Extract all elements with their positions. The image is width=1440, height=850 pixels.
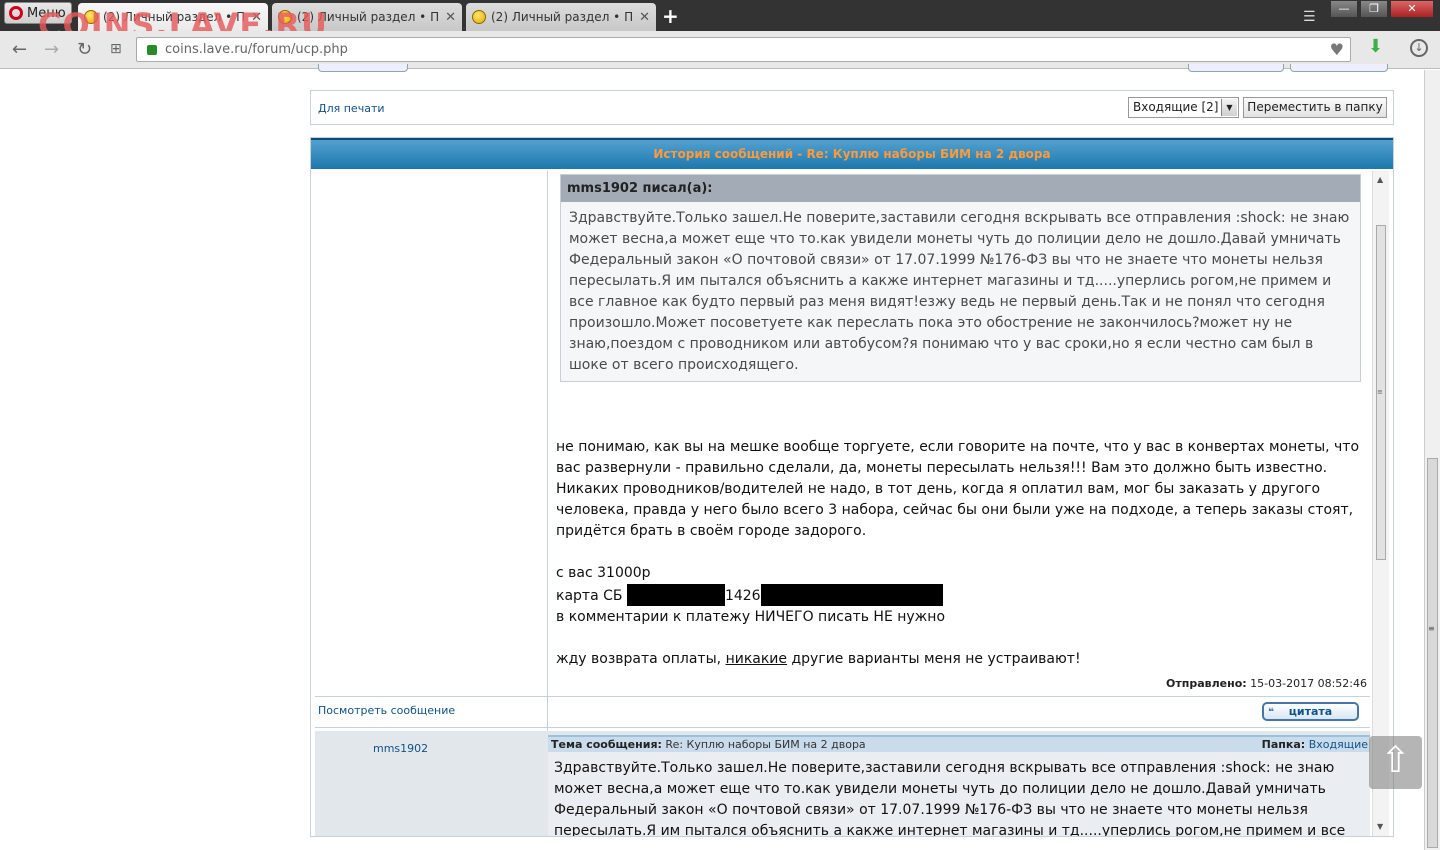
next-message-subject-bar: Тема сообщения: Re: Куплю наборы БИМ на …	[548, 735, 1370, 752]
subject-text: Re: Куплю наборы БИМ на 2 двора	[665, 738, 866, 751]
url-text: coins.lave.ru/forum/ucp.php	[165, 42, 348, 57]
quote-bubble-icon: ❝	[1268, 707, 1274, 718]
scroll-grip-icon: ≡	[1428, 624, 1435, 633]
reply-wait-pre: жду возврата оплаты,	[556, 651, 722, 667]
row-divider	[315, 727, 1370, 728]
opera-logo-icon	[9, 6, 23, 20]
browser-tab-bar: Меню (2) Личный раздел • Про ✕ (2) Личны…	[0, 0, 1440, 44]
secure-lock-icon	[147, 44, 157, 55]
message-toolbar: Для печати Входящие [2] ▼ Переместить в …	[310, 90, 1394, 125]
quote-button[interactable]: ❝ цитата	[1262, 702, 1359, 721]
speed-dial-icon[interactable]: ⊞	[110, 41, 122, 57]
scroll-down-arrow-icon[interactable]: ▼	[1377, 822, 1383, 831]
quote-author: mms1902 писал(а):	[561, 175, 1360, 202]
row-divider	[315, 696, 1370, 697]
new-tab-plus-icon[interactable]: +	[662, 4, 679, 28]
reply-wait-post: другие варианты меня не устраивают!	[791, 651, 1081, 667]
tab-menu-icon[interactable]: ☰	[1303, 9, 1316, 25]
reply-paragraph: не понимаю, как вы на мешке вообще торгу…	[556, 439, 1360, 539]
reload-icon[interactable]: ↻	[77, 39, 92, 60]
quote-button-label: цитата	[1288, 705, 1333, 718]
reply-card: карта СБ 1426	[556, 584, 1366, 607]
info-icon[interactable]: ↓	[1410, 39, 1428, 57]
bookmark-heart-icon[interactable]: ♥	[1330, 40, 1344, 59]
folder-select[interactable]: Входящие [2] ▼	[1128, 97, 1239, 118]
sent-timestamp: Отправлено: 15-03-2017 08:52:46	[1011, 677, 1367, 690]
smiley-favicon-icon	[472, 10, 486, 24]
tab-close-icon[interactable]: ✕	[445, 10, 456, 25]
page-scrollbar[interactable]: ≡	[1424, 70, 1440, 850]
subject-label: Тема сообщения:	[551, 738, 662, 751]
message-history-header: История сообщений - Re: Куплю наборы БИМ…	[311, 138, 1393, 169]
next-message-content: Тема сообщения: Re: Куплю наборы БИМ на …	[548, 735, 1370, 837]
top-button-left[interactable]	[318, 64, 408, 72]
back-arrow-icon[interactable]: ←	[12, 39, 27, 60]
quote-text: Здравствуйте.Только зашел.Не поверите,за…	[569, 210, 1350, 373]
page-scroll-thumb[interactable]	[1427, 458, 1438, 848]
redacted-block	[626, 584, 725, 606]
url-field[interactable]: coins.lave.ru/forum/ucp.php ♥	[136, 37, 1351, 62]
message-history-panel: История сообщений - Re: Куплю наборы БИМ…	[310, 137, 1394, 837]
reply-text: не понимаю, как вы на мешке вообще торгу…	[556, 437, 1366, 670]
minimize-icon[interactable]: —	[1330, 0, 1358, 18]
browser-tab-3[interactable]: (2) Личный раздел • Проф ✕	[466, 3, 656, 31]
top-button-right-1[interactable]	[1188, 64, 1284, 72]
next-message-row: mms1902 Тема сообщения: Re: Куплю наборы…	[315, 731, 1370, 837]
move-to-folder-button[interactable]: Переместить в папку	[1243, 97, 1387, 118]
folder-link[interactable]: Входящие	[1309, 738, 1368, 751]
sent-label: Отправлено:	[1166, 677, 1247, 690]
folder-select-value: Входящие [2]	[1133, 100, 1219, 114]
reply-sum: с вас 31000р	[556, 565, 651, 581]
sent-value: 15-03-2017 08:52:46	[1250, 677, 1367, 690]
scroll-up-arrow-icon[interactable]: ▲	[1377, 175, 1383, 184]
window-close-icon[interactable]: ✕	[1390, 0, 1434, 18]
tab-close-icon[interactable]: ✕	[639, 10, 650, 25]
message-history-body: mms1902 писал(а): Здравствуйте.Только за…	[311, 171, 1393, 837]
next-message-text: Здравствуйте.Только зашел.Не поверите,за…	[554, 760, 1346, 837]
reply-comment: в комментарии к платежу НИЧЕГО писать НЕ…	[556, 609, 946, 625]
folder-label: Папка:	[1261, 738, 1306, 751]
next-message-author[interactable]: mms1902	[373, 742, 428, 755]
reply-card-prefix: карта СБ	[556, 588, 623, 604]
redacted-block	[760, 584, 943, 606]
tab-title: (2) Личный раздел • Проф	[491, 10, 634, 24]
scroll-grip-icon: ≡	[1377, 388, 1383, 396]
window-controls: — ❐ ✕	[1330, 0, 1434, 20]
column-divider	[547, 171, 548, 731]
top-buttons-strip	[310, 64, 1394, 74]
print-link[interactable]: Для печати	[318, 102, 385, 115]
reply-wait-underlined: никакие	[725, 651, 788, 667]
view-message-link[interactable]: Посмотреть сообщение	[318, 704, 455, 717]
chevron-down-icon[interactable]: ▼	[1221, 99, 1237, 116]
reply-card-mid: 1426	[724, 588, 761, 604]
folder-info: Папка: Входящие	[1262, 737, 1368, 752]
download-icon[interactable]: ⬇	[1368, 36, 1383, 57]
forward-arrow-icon[interactable]: →	[44, 39, 59, 60]
quote-block: mms1902 писал(а): Здравствуйте.Только за…	[560, 174, 1361, 382]
scroll-to-top-icon[interactable]: ⇧	[1369, 736, 1422, 789]
maximize-icon[interactable]: ❐	[1360, 0, 1388, 18]
top-button-right-2[interactable]	[1290, 64, 1388, 72]
reply-wait: жду возврата оплаты, никакие другие вари…	[556, 649, 1366, 670]
